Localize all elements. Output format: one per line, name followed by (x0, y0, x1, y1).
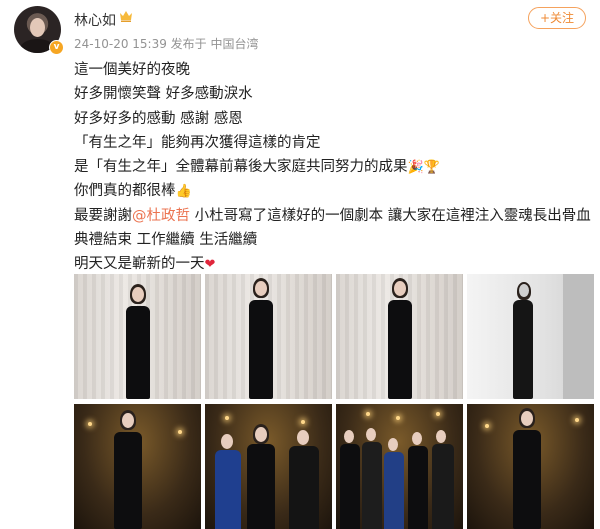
photo-thumbnail[interactable] (336, 274, 463, 399)
photo-thumbnail[interactable] (467, 274, 594, 399)
follow-button[interactable]: +关注 (528, 7, 586, 29)
username[interactable]: 林心如 (74, 10, 116, 30)
celebrate-trophy-icon: 🎉🏆 (407, 160, 440, 176)
post-line: 好多開懷笑聲 好多感動淚水 (74, 86, 253, 103)
photo-thumbnail[interactable] (336, 404, 463, 529)
post-line-text: 是「有生之年」全體幕前幕後大家庭共同努力的成果 (74, 159, 408, 176)
post-line-text: 明天又是嶄新的一天 (74, 256, 205, 273)
photo-thumbnail[interactable] (205, 274, 332, 399)
mention-link[interactable]: @杜政哲 (132, 208, 190, 224)
post-line-text: 你們真的都很棒 (74, 183, 176, 200)
avatar-face (30, 18, 45, 37)
crown-icon (120, 11, 132, 22)
post-line-text: 小杜哥寫了這樣好的一個劇本 讓大家在這裡注入靈魂長出骨血 (190, 207, 591, 224)
post-line: 典禮結束 工作繼續 生活繼續 (74, 232, 258, 249)
post-line: 最要謝謝@杜政哲 小杜哥寫了這樣好的一個劇本 讓大家在這裡注入靈魂長出骨血 (74, 204, 594, 228)
post-line: 好多好多的感動 感謝 感恩 (74, 110, 243, 127)
verified-badge-icon: v (49, 40, 64, 55)
photo-thumbnail[interactable] (205, 404, 332, 529)
post-text: 這一個美好的夜晚 好多開懷笑聲 好多感動淚水 好多好多的感動 感謝 感恩 「有生… (74, 58, 594, 277)
post-line: 你們真的都很棒👍 (74, 179, 594, 203)
post-line: 是「有生之年」全體幕前幕後大家庭共同努力的成果🎉🏆 (74, 155, 594, 179)
photo-thumbnail[interactable] (74, 404, 201, 529)
post-line: 「有生之年」能夠再次獲得這樣的肯定 (74, 134, 321, 151)
post-meta: 24-10-20 15:39 发布于 中国台湾 (74, 37, 259, 51)
thumbs-up-icon: 👍 (175, 184, 192, 200)
post-line-text: 最要謝謝 (74, 207, 132, 224)
post-line: 這一個美好的夜晚 (74, 62, 190, 78)
photo-thumbnail[interactable] (467, 404, 594, 529)
photo-thumbnail[interactable] (74, 274, 201, 399)
